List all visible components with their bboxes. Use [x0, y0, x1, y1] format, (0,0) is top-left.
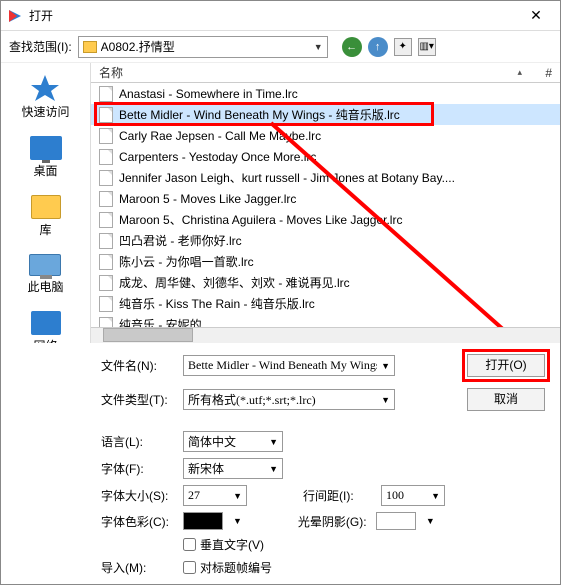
file-row[interactable]: 纯音乐 - 安妮的	[91, 314, 560, 327]
view-menu-button[interactable]: ▥▾	[418, 38, 436, 56]
chevron-down-icon: ▼	[381, 361, 390, 371]
fontcolor-label: 字体色彩(C):	[101, 513, 173, 530]
horizontal-scrollbar[interactable]	[91, 327, 560, 343]
file-name: Bette Midler - Wind Beneath My Wings - 纯…	[119, 106, 400, 123]
lineheight-combo[interactable]: 100▼	[381, 485, 445, 506]
file-icon	[99, 86, 113, 102]
up-button[interactable]: ↑	[368, 37, 388, 57]
quick-access-icon	[29, 73, 61, 101]
sidebar-item-quick[interactable]: 快速访问	[21, 73, 69, 120]
file-row[interactable]: 陈小云 - 为你唱一首歌.lrc	[91, 251, 560, 272]
file-icon	[99, 233, 113, 249]
file-icon	[99, 212, 113, 228]
folder-name: A0802.抒情型	[101, 38, 310, 55]
font-label: 字体(F):	[101, 460, 173, 477]
file-name: Carpenters - Yestoday Once More.lrc	[119, 150, 316, 164]
filetype-label: 文件类型(T):	[101, 391, 173, 408]
column-hash: #	[522, 66, 552, 80]
column-name: 名称	[99, 64, 517, 81]
back-button[interactable]: ←	[342, 37, 362, 57]
shadow-swatch[interactable]	[376, 512, 416, 530]
file-name: 陈小云 - 为你唱一首歌.lrc	[119, 253, 254, 270]
sidebar-item-label: 库	[39, 221, 51, 238]
file-name: Anastasi - Somewhere in Time.lrc	[119, 87, 298, 101]
font-combo[interactable]: 新宋体▼	[183, 458, 283, 479]
titlebar: 打开 ✕	[1, 1, 560, 31]
network-icon	[31, 311, 61, 335]
file-row[interactable]: 凹凸君说 - 老师你好.lrc	[91, 230, 560, 251]
file-icon	[99, 254, 113, 270]
file-row[interactable]: Bette Midler - Wind Beneath My Wings - 纯…	[91, 104, 560, 125]
file-icon	[99, 191, 113, 207]
language-combo[interactable]: 简体中文▼	[183, 431, 283, 452]
desktop-icon	[30, 136, 62, 160]
folder-icon	[83, 41, 97, 53]
filename-label: 文件名(N):	[101, 357, 173, 374]
sidebar-item-pc[interactable]: 此电脑	[27, 254, 63, 295]
fontsize-label: 字体大小(S):	[101, 487, 173, 504]
close-button[interactable]: ✕	[518, 7, 554, 24]
file-row[interactable]: Carly Rae Jepsen - Call Me Maybe.lrc	[91, 125, 560, 146]
import-label: 导入(M):	[101, 559, 173, 576]
file-icon	[99, 275, 113, 291]
folder-combo[interactable]: A0802.抒情型 ▼	[78, 36, 328, 58]
shadow-label: 光晕阴影(G):	[298, 513, 366, 530]
file-list[interactable]: Anastasi - Somewhere in Time.lrc Bette Mi…	[91, 83, 560, 327]
annotation-open-highlight: 打开(O)	[462, 349, 550, 382]
sidebar-item-label: 桌面	[33, 162, 57, 179]
file-row[interactable]: Maroon 5、Christina Aguilera - Moves Like…	[91, 209, 560, 230]
file-name: 成龙、周华健、刘德华、刘欢 - 难说再见.lrc	[119, 274, 350, 291]
chevron-down-icon: ▼	[314, 42, 323, 52]
file-row[interactable]: Jennifer Jason Leigh、kurt russell - Jim …	[91, 167, 560, 188]
file-icon	[99, 317, 113, 328]
lineheight-label: 行间距(I):	[303, 487, 371, 504]
sidebar-item-label: 此电脑	[27, 278, 63, 295]
file-row[interactable]: 成龙、周华健、刘德华、刘欢 - 难说再见.lrc	[91, 272, 560, 293]
file-icon	[99, 107, 113, 123]
file-row[interactable]: Maroon 5 - Moves Like Jagger.lrc	[91, 188, 560, 209]
window-title: 打开	[29, 7, 518, 24]
toolbar: 查找范围(I): A0802.抒情型 ▼ ← ↑ ✦ ▥▾	[1, 31, 560, 63]
file-name: 纯音乐 - Kiss The Rain - 纯音乐版.lrc	[119, 295, 315, 312]
file-name: 纯音乐 - 安妮的	[119, 316, 202, 327]
fontcolor-swatch[interactable]	[183, 512, 223, 530]
file-icon	[99, 149, 113, 165]
file-icon	[99, 128, 113, 144]
file-row[interactable]: 纯音乐 - Kiss The Rain - 纯音乐版.lrc	[91, 293, 560, 314]
file-icon	[99, 170, 113, 186]
file-name: Jennifer Jason Leigh、kurt russell - Jim …	[119, 169, 455, 186]
sidebar-item-desktop[interactable]: 桌面	[30, 136, 62, 179]
import-checkbox[interactable]: 对标题帧编号	[183, 559, 272, 576]
new-folder-button[interactable]: ✦	[394, 38, 412, 56]
filetype-combo[interactable]: 所有格式(*.utf;*.srt;*.lrc) ▼	[183, 389, 395, 410]
file-icon	[99, 296, 113, 312]
sidebar-item-lib[interactable]: 库	[31, 195, 61, 238]
bottom-panel: 文件名(N): Bette Midler - Wind Beneath My W…	[1, 343, 560, 584]
file-name: Maroon 5、Christina Aguilera - Moves Like…	[119, 211, 402, 228]
filename-input[interactable]: Bette Midler - Wind Beneath My Wings ▼	[183, 355, 395, 376]
library-icon	[31, 195, 61, 219]
app-icon	[7, 8, 23, 24]
language-label: 语言(L):	[101, 433, 173, 450]
open-button[interactable]: 打开(O)	[467, 354, 545, 377]
cancel-button[interactable]: 取消	[467, 388, 545, 411]
lookin-label: 查找范围(I):	[9, 38, 72, 55]
sidebar-item-label: 快速访问	[21, 103, 69, 120]
file-row[interactable]: Anastasi - Somewhere in Time.lrc	[91, 83, 560, 104]
chevron-down-icon: ▼	[381, 395, 390, 405]
file-row[interactable]: Carpenters - Yestoday Once More.lrc	[91, 146, 560, 167]
pc-icon	[29, 254, 61, 276]
vertical-text-checkbox[interactable]: 垂直文字(V)	[183, 536, 264, 553]
sidebar-item-net[interactable]: 网络	[31, 311, 61, 343]
file-name: Maroon 5 - Moves Like Jagger.lrc	[119, 192, 296, 206]
list-header[interactable]: 名称 ▴ #	[91, 63, 560, 83]
fontsize-combo[interactable]: 27▼	[183, 485, 247, 506]
file-name: Carly Rae Jepsen - Call Me Maybe.lrc	[119, 129, 321, 143]
file-name: 凹凸君说 - 老师你好.lrc	[119, 232, 242, 249]
sidebar: 快速访问 桌面 库 此电脑 网络	[1, 63, 91, 343]
